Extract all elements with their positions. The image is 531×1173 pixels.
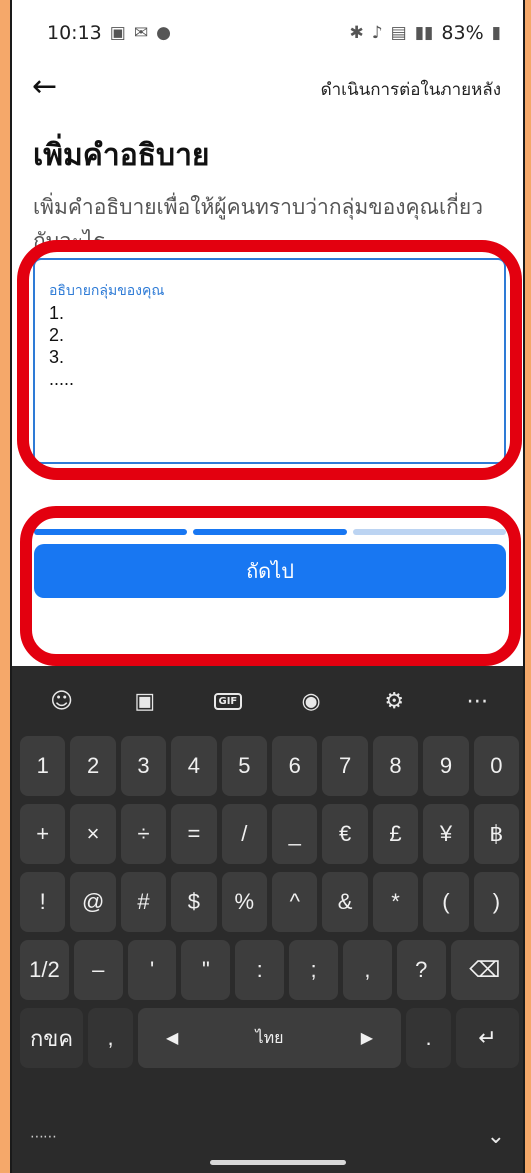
- back-arrow-icon[interactable]: ←: [32, 70, 57, 104]
- key-row3-7[interactable]: *: [372, 872, 419, 932]
- key-row2-5[interactable]: _: [272, 804, 318, 864]
- top-bar: ← ดำเนินการต่อในภายหลัง: [12, 68, 523, 108]
- bluetooth-icon: ✱: [349, 23, 364, 43]
- mute-icon: ♪: [371, 23, 383, 43]
- keyboard-row-symbols-1: + × ÷ = / _ € £ ¥ ฿: [20, 804, 520, 864]
- key-comma[interactable]: ,: [88, 1008, 133, 1068]
- sticker-icon[interactable]: ▣: [125, 681, 165, 721]
- key-row3-0[interactable]: !: [20, 872, 66, 932]
- key-row4-5[interactable]: ;: [289, 940, 338, 1000]
- phone-screen: 10:13 ▣ ✉ ● ✱ ♪ ▤ ▮▮ 83% ▮ ← ดำเนินการต่…: [10, 0, 525, 1173]
- key-row1-4[interactable]: 5: [221, 736, 268, 796]
- key-thai-layout[interactable]: กขค: [20, 1008, 83, 1068]
- key-row2-9[interactable]: ฿: [473, 804, 520, 864]
- backspace-icon: ⌫: [469, 957, 501, 982]
- key-row1-1[interactable]: 2: [70, 736, 116, 796]
- keyboard-grid-icon[interactable]: ⋯⋯: [30, 1129, 57, 1145]
- key-row4-6[interactable]: ,: [342, 940, 392, 1000]
- volte-icon: ▤: [390, 23, 407, 43]
- key-row1-0[interactable]: 1: [20, 736, 66, 796]
- key-row4-1[interactable]: –: [73, 940, 123, 1000]
- location-icon: ●: [156, 23, 171, 43]
- page-title: เพิ่มคำอธิบาย: [33, 138, 210, 173]
- key-row1-5[interactable]: 6: [272, 736, 318, 796]
- keyboard-nav: ⋯⋯ ⌄: [12, 1103, 523, 1173]
- key-row2-3[interactable]: =: [171, 804, 217, 864]
- continue-later-link[interactable]: ดำเนินการต่อในภายหลัง: [321, 76, 501, 103]
- keyboard-row-symbols-3: 1/2– ' ":;,? ⌫: [20, 940, 519, 1000]
- microphone-icon[interactable]: ◉: [291, 681, 331, 721]
- gallery-icon: ▣: [109, 23, 126, 43]
- key-row4-2[interactable]: ': [127, 940, 177, 1000]
- key-row1-7[interactable]: 8: [372, 736, 419, 796]
- key-row3-9[interactable]: ): [473, 872, 520, 932]
- signal-icon: ▮▮: [414, 23, 434, 43]
- backspace-key[interactable]: ⌫: [450, 940, 519, 1000]
- chevron-down-icon[interactable]: ⌄: [487, 1124, 505, 1149]
- key-row4-4[interactable]: :: [235, 940, 285, 1000]
- emoji-icon[interactable]: ☺: [42, 681, 82, 721]
- enter-icon: ↵: [478, 1025, 497, 1050]
- key-row2-2[interactable]: ÷: [120, 804, 167, 864]
- space-bar[interactable]: ◀ ไทย ▶: [138, 1008, 401, 1068]
- key-row1-6[interactable]: 7: [322, 736, 368, 796]
- key-row3-5[interactable]: ^: [272, 872, 318, 932]
- key-row4-3[interactable]: ": [181, 940, 231, 1000]
- keyboard: ☺ ▣ GIF ◉ ⚙ ⋯ 1234567890 + × ÷ = / _ € £ ¥ ฿ ! @ # $…: [12, 666, 523, 1173]
- key-row2-0[interactable]: +: [20, 804, 66, 864]
- right-arrow-icon: ▶: [360, 1030, 373, 1047]
- key-row1-3[interactable]: 4: [171, 736, 217, 796]
- key-row2-4[interactable]: /: [221, 804, 268, 864]
- key-row2-6[interactable]: €: [322, 804, 368, 864]
- home-indicator[interactable]: [210, 1160, 346, 1165]
- key-row2-7[interactable]: £: [372, 804, 419, 864]
- key-row3-1[interactable]: @: [70, 872, 116, 932]
- highlight-box-next: [20, 506, 521, 666]
- key-row4-0[interactable]: 1/2: [20, 940, 69, 1000]
- left-arrow-icon: ◀: [166, 1030, 179, 1047]
- key-row3-3[interactable]: $: [171, 872, 217, 932]
- key-row3-8[interactable]: (: [423, 872, 469, 932]
- battery-icon: ▮: [491, 23, 501, 43]
- key-row1-8[interactable]: 9: [423, 736, 469, 796]
- key-period[interactable]: .: [406, 1008, 451, 1068]
- key-row2-8[interactable]: ¥: [423, 804, 469, 864]
- keyboard-row-bottom: กขค , ◀ ไทย ▶ . ↵: [20, 1008, 519, 1068]
- settings-icon[interactable]: ⚙: [374, 681, 414, 721]
- keyboard-row-numbers: 1234567890: [20, 736, 520, 796]
- key-row4-7[interactable]: ?: [396, 940, 446, 1000]
- status-time: 10:13: [47, 22, 102, 44]
- keyboard-toolbar: ☺ ▣ GIF ◉ ⚙ ⋯: [12, 676, 523, 726]
- key-row1-9[interactable]: 0: [473, 736, 520, 796]
- key-row3-6[interactable]: &: [322, 872, 368, 932]
- space-bar-label: ไทย: [255, 1029, 284, 1047]
- enter-key[interactable]: ↵: [456, 1008, 519, 1068]
- key-row3-4[interactable]: %: [221, 872, 268, 932]
- key-row3-2[interactable]: #: [120, 872, 167, 932]
- highlight-box-description: [17, 240, 522, 480]
- key-row2-1[interactable]: ×: [70, 804, 116, 864]
- key-row1-2[interactable]: 3: [120, 736, 167, 796]
- keyboard-row-symbols-2: ! @ # $% ^ & *(): [20, 872, 520, 932]
- battery-percent: 83%: [441, 22, 484, 44]
- more-options-icon[interactable]: ⋯: [457, 681, 497, 721]
- status-bar: 10:13 ▣ ✉ ● ✱ ♪ ▤ ▮▮ 83% ▮: [12, 0, 523, 66]
- message-icon: ✉: [133, 23, 149, 43]
- gif-icon[interactable]: GIF: [208, 681, 248, 721]
